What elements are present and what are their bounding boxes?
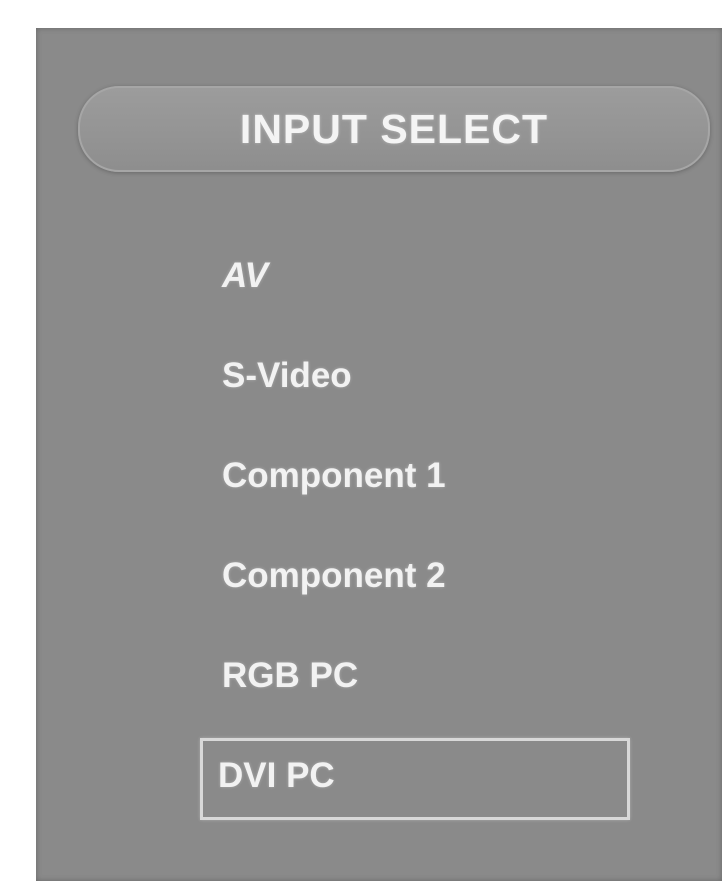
menu-title: INPUT SELECT: [239, 105, 549, 152]
menu-item-av[interactable]: AV: [200, 226, 640, 326]
menu-item-label: S-Video: [222, 356, 352, 395]
menu-item-component-2[interactable]: Component 2: [200, 526, 640, 626]
menu-title-bar: INPUT SELECT: [78, 86, 710, 172]
input-source-list: AV S-Video Component 1 Component 2 RGB P…: [200, 226, 640, 826]
menu-item-label: AV: [222, 256, 269, 295]
menu-item-label: DVI PC: [218, 756, 335, 795]
input-select-menu: INPUT SELECT AV S-Video Component 1 Comp…: [36, 28, 722, 881]
menu-item-label: RGB PC: [222, 656, 359, 695]
menu-item-dvi-pc[interactable]: DVI PC: [200, 726, 640, 826]
menu-item-label: Component 2: [222, 556, 446, 595]
menu-item-rgb-pc[interactable]: RGB PC: [200, 626, 640, 726]
menu-item-component-1[interactable]: Component 1: [200, 426, 640, 526]
menu-item-s-video[interactable]: S-Video: [200, 326, 640, 426]
menu-item-label: Component 1: [222, 456, 446, 495]
